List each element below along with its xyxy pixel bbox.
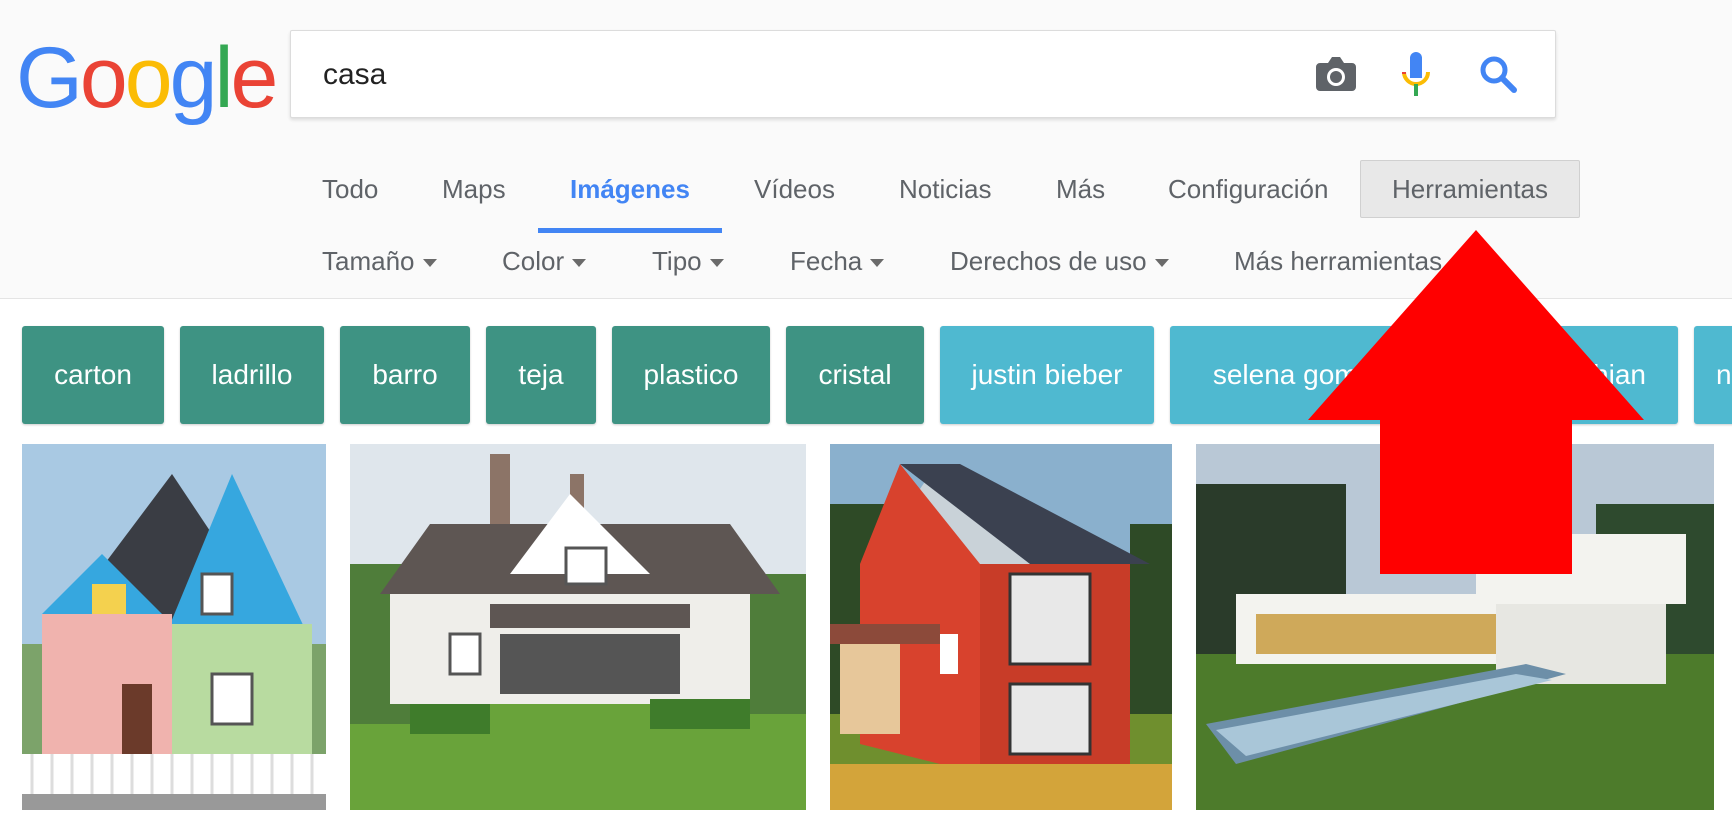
search-box <box>290 30 1556 118</box>
tab-todo[interactable]: Todo <box>322 174 378 205</box>
dropdown-arrow-icon <box>870 259 885 268</box>
filter-size[interactable]: Tamaño <box>322 246 437 277</box>
search-input[interactable] <box>321 49 1325 101</box>
house-image-red-solar <box>830 444 1172 810</box>
image-result[interactable] <box>22 444 326 810</box>
related-chip[interactable]: ladrillo <box>180 326 324 424</box>
logo-letter: o <box>79 30 128 126</box>
related-chip[interactable]: barro <box>340 326 470 424</box>
filter-color[interactable]: Color <box>502 246 587 277</box>
tab-images[interactable]: Imágenes <box>570 174 690 205</box>
logo-letter: e <box>230 30 279 126</box>
related-chip[interactable]: teja <box>486 326 596 424</box>
related-chip[interactable]: cristal <box>786 326 924 424</box>
tab-maps[interactable]: Maps <box>442 174 506 205</box>
filter-label: Color <box>502 246 565 276</box>
logo-letter: o <box>124 30 173 126</box>
dropdown-arrow-icon <box>709 259 724 268</box>
tools-button[interactable]: Herramientas <box>1360 160 1580 218</box>
filter-label: Tipo <box>652 246 702 276</box>
image-result[interactable] <box>830 444 1172 810</box>
house-image-colorful <box>22 444 326 810</box>
google-logo[interactable]: Google <box>16 28 279 128</box>
tab-news[interactable]: Noticias <box>899 174 991 205</box>
dropdown-arrow-icon <box>422 259 437 268</box>
filter-usage-rights[interactable]: Derechos de uso <box>950 246 1169 277</box>
related-chip[interactable]: n <box>1694 326 1732 424</box>
related-chip[interactable]: plastico <box>612 326 770 424</box>
search-icon[interactable] <box>1473 49 1523 99</box>
camera-icon[interactable] <box>1311 49 1361 99</box>
filter-date[interactable]: Fecha <box>790 246 885 277</box>
related-chip[interactable]: justin bieber <box>940 326 1154 424</box>
filter-label: Fecha <box>790 246 863 276</box>
dropdown-arrow-icon <box>1154 259 1169 268</box>
filter-label: Derechos de uso <box>950 246 1147 276</box>
tab-videos[interactable]: Vídeos <box>754 174 835 205</box>
logo-letter: g <box>169 30 218 126</box>
filter-label: Tamaño <box>322 246 415 276</box>
microphone-icon[interactable] <box>1391 49 1441 99</box>
red-arrow-annotation-icon <box>1308 230 1644 574</box>
house-image-brown-roof <box>350 444 806 810</box>
logo-letter: l <box>214 30 233 126</box>
image-result[interactable] <box>350 444 806 810</box>
tab-settings[interactable]: Configuración <box>1168 174 1328 205</box>
logo-letter: G <box>16 30 83 126</box>
filter-type[interactable]: Tipo <box>652 246 724 277</box>
tab-more[interactable]: Más <box>1056 174 1105 205</box>
related-chip[interactable]: carton <box>22 326 164 424</box>
active-tab-indicator <box>538 228 722 233</box>
dropdown-arrow-icon <box>572 259 587 268</box>
